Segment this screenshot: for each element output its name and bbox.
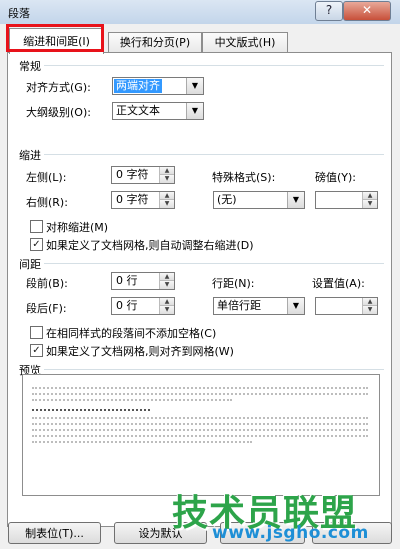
spin-up-icon[interactable]: ▲	[363, 192, 377, 200]
site-watermark-url: www.jsgho.com	[212, 523, 369, 543]
left-indent-spinner[interactable]: 0 字符 ▲ ▼	[111, 166, 175, 184]
close-button[interactable]: ✕	[343, 1, 391, 21]
tab-line-page-breaks[interactable]: 换行和分页(P)	[108, 32, 202, 53]
spin-up-icon[interactable]: ▲	[160, 298, 174, 306]
chevron-down-icon[interactable]: ▼	[186, 103, 203, 119]
spacing-at-spinner[interactable]: ▲ ▼	[315, 297, 378, 315]
special-indent-value: (无)	[217, 193, 237, 206]
left-indent-value: 0 字符	[116, 168, 149, 181]
outline-level-value: 正文文本	[116, 104, 160, 117]
checkmark-icon: ✓	[32, 345, 41, 356]
title-bar: 段落 ? ✕	[0, 0, 400, 25]
preview-next-paragraph-line	[32, 423, 368, 425]
special-indent-label: 特殊格式(S):	[212, 171, 276, 184]
space-after-label: 段后(F):	[26, 302, 67, 315]
window-title: 段落	[8, 7, 30, 20]
space-after-spinner[interactable]: 0 行 ▲ ▼	[111, 297, 175, 315]
dialog-body: 缩进和间距(I) 换行和分页(P) 中文版式(H) 常规 对齐方式(G): 两端…	[0, 24, 400, 549]
preview-next-paragraph-line	[32, 429, 368, 431]
preview-pane	[22, 374, 380, 496]
preview-divider	[44, 369, 384, 370]
alignment-label: 对齐方式(G):	[26, 81, 91, 94]
auto-adjust-indent-label: 如果定义了文档网格,则自动调整右缩进(D)	[46, 239, 254, 252]
spin-up-icon[interactable]: ▲	[160, 167, 174, 175]
right-indent-spinner[interactable]: 0 字符 ▲ ▼	[111, 191, 175, 209]
line-spacing-value: 单倍行距	[217, 299, 261, 312]
tabs-button[interactable]: 制表位(T)...	[8, 522, 101, 544]
spin-down-icon[interactable]: ▼	[160, 281, 174, 289]
space-after-value: 0 行	[116, 299, 138, 312]
spacing-heading: 间距	[19, 258, 41, 271]
right-indent-label: 右侧(R):	[26, 196, 68, 209]
general-divider	[44, 65, 384, 66]
outline-level-select[interactable]: 正文文本 ▼	[112, 102, 204, 120]
left-indent-label: 左侧(L):	[26, 171, 67, 184]
spin-up-icon[interactable]: ▲	[363, 298, 377, 306]
tab-indent-spacing[interactable]: 缩进和间距(I)	[9, 28, 104, 54]
no-space-same-style-checkbox[interactable]	[30, 326, 43, 339]
auto-adjust-indent-checkbox[interactable]: ✓	[30, 238, 43, 251]
general-heading: 常规	[19, 60, 41, 73]
preview-next-paragraph-line	[32, 435, 368, 437]
preview-next-paragraph-line	[32, 441, 252, 443]
line-spacing-select[interactable]: 单倍行距 ▼	[213, 297, 305, 315]
outline-level-label: 大纲级别(O):	[26, 106, 91, 119]
no-space-same-style-label: 在相同样式的段落间不添加空格(C)	[46, 327, 217, 340]
snap-to-grid-checkbox[interactable]: ✓	[30, 344, 43, 357]
right-indent-value: 0 字符	[116, 193, 149, 206]
spin-down-icon[interactable]: ▼	[363, 306, 377, 314]
spin-up-icon[interactable]: ▲	[160, 192, 174, 200]
preview-prev-paragraph-line	[32, 387, 368, 389]
snap-to-grid-label: 如果定义了文档网格,则对齐到网格(W)	[46, 345, 234, 358]
mirror-indents-label: 对称缩进(M)	[46, 221, 109, 234]
indent-by-spinner[interactable]: ▲ ▼	[315, 191, 378, 209]
space-before-spinner[interactable]: 0 行 ▲ ▼	[111, 272, 175, 290]
preview-prev-paragraph-line	[32, 399, 232, 401]
indent-by-label: 磅值(Y):	[315, 171, 357, 184]
indent-heading: 缩进	[19, 149, 41, 162]
preview-sample-line	[32, 409, 150, 411]
chevron-down-icon[interactable]: ▼	[186, 78, 203, 94]
chevron-down-icon[interactable]: ▼	[287, 298, 304, 314]
alignment-value: 两端对齐	[114, 79, 162, 93]
mirror-indents-checkbox[interactable]	[30, 220, 43, 233]
space-before-label: 段前(B):	[26, 277, 68, 290]
spin-down-icon[interactable]: ▼	[160, 200, 174, 208]
spacing-divider	[44, 263, 384, 264]
tab-asian-typography[interactable]: 中文版式(H)	[202, 32, 288, 53]
space-before-value: 0 行	[116, 274, 138, 287]
special-indent-select[interactable]: (无) ▼	[213, 191, 305, 209]
spin-down-icon[interactable]: ▼	[160, 175, 174, 183]
spin-down-icon[interactable]: ▼	[363, 200, 377, 208]
help-button[interactable]: ?	[315, 1, 343, 21]
indent-divider	[44, 154, 384, 155]
spin-down-icon[interactable]: ▼	[160, 306, 174, 314]
alignment-select[interactable]: 两端对齐 ▼	[112, 77, 204, 95]
line-spacing-label: 行距(N):	[212, 277, 255, 290]
spacing-at-label: 设置值(A):	[312, 277, 365, 290]
checkmark-icon: ✓	[32, 239, 41, 250]
preview-next-paragraph-line	[32, 417, 368, 419]
preview-prev-paragraph-line	[32, 393, 368, 395]
chevron-down-icon[interactable]: ▼	[287, 192, 304, 208]
spin-up-icon[interactable]: ▲	[160, 273, 174, 281]
